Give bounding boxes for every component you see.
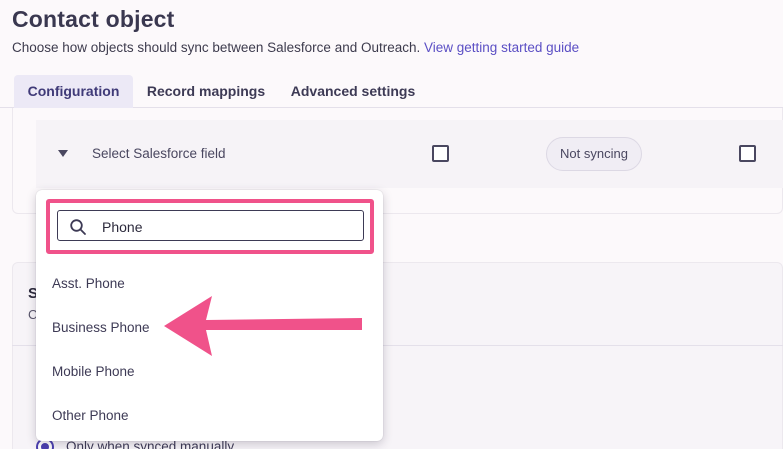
getting-started-link[interactable]: View getting started guide (424, 40, 579, 55)
option-asst-phone[interactable]: Asst. Phone (52, 276, 125, 291)
search-value: Phone (102, 219, 143, 235)
sync-checkbox-right[interactable] (739, 145, 756, 162)
caret-down-icon[interactable] (58, 150, 68, 157)
option-other-phone[interactable]: Other Phone (52, 408, 129, 423)
pointer-arrow-icon (164, 296, 362, 356)
page-subtitle: Choose how objects should sync between S… (12, 40, 579, 55)
tab-record-mappings[interactable]: Record mappings (138, 75, 274, 108)
search-icon (70, 219, 86, 235)
sync-checkbox-left[interactable] (432, 145, 449, 162)
tab-configuration[interactable]: Configuration (14, 75, 133, 108)
tab-bar: Configuration Record mappings Advanced s… (0, 72, 783, 108)
option-business-phone[interactable]: Business Phone (52, 320, 150, 335)
subtitle-text: Choose how objects should sync between S… (12, 40, 421, 55)
select-salesforce-field[interactable]: Select Salesforce field (92, 146, 226, 161)
option-mobile-phone[interactable]: Mobile Phone (52, 364, 135, 379)
page-title: Contact object (12, 6, 175, 32)
sync-status-pill[interactable]: Not syncing (546, 137, 642, 171)
tab-advanced-settings[interactable]: Advanced settings (282, 75, 424, 108)
